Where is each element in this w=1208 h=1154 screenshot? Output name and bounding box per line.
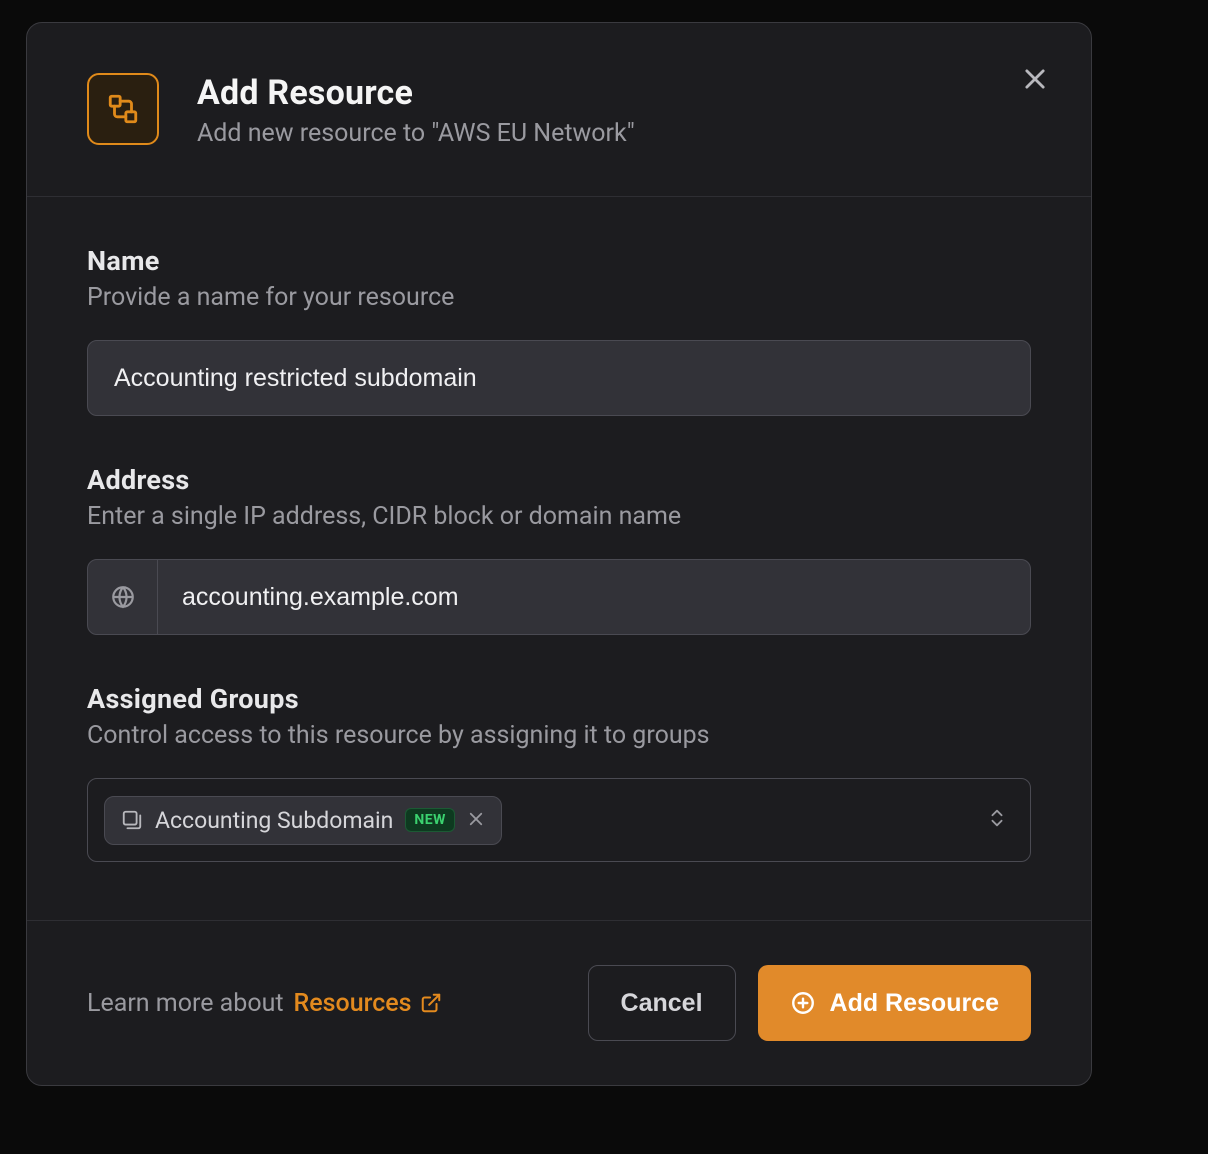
header-text: Add Resource Add new resource to "AWS EU…	[197, 73, 635, 148]
groups-dropdown-toggle[interactable]	[986, 807, 1008, 833]
plus-circle-icon	[790, 990, 816, 1016]
dialog-body: Name Provide a name for your resource Ad…	[27, 197, 1091, 920]
close-icon	[1021, 65, 1049, 93]
x-icon	[467, 810, 485, 828]
chevrons-up-down-icon	[986, 807, 1008, 829]
resources-link[interactable]: Resources	[294, 989, 442, 1018]
name-field: Name Provide a name for your resource	[87, 245, 1031, 416]
add-resource-dialog: Add Resource Add new resource to "AWS EU…	[26, 22, 1092, 1086]
remove-chip-button[interactable]	[467, 807, 485, 834]
resources-link-label: Resources	[294, 989, 412, 1018]
add-resource-button[interactable]: Add Resource	[758, 965, 1031, 1041]
network-icon	[106, 92, 140, 126]
dialog-footer: Learn more about Resources Cancel Add Re…	[27, 920, 1091, 1085]
group-chip: Accounting Subdomain NEW	[104, 796, 502, 845]
learn-more-text: Learn more about	[87, 989, 284, 1018]
address-input-wrap	[87, 559, 1031, 635]
close-button[interactable]	[1021, 65, 1049, 93]
group-chip-label: Accounting Subdomain	[155, 807, 393, 834]
name-input[interactable]	[87, 340, 1031, 416]
groups-field: Assigned Groups Control access to this r…	[87, 683, 1031, 862]
groups-desc: Control access to this resource by assig…	[87, 721, 1031, 750]
group-icon	[121, 809, 143, 831]
address-prefix	[88, 560, 158, 634]
name-desc: Provide a name for your resource	[87, 283, 1031, 312]
cancel-button-label: Cancel	[621, 989, 703, 1018]
groups-select[interactable]: Accounting Subdomain NEW	[87, 778, 1031, 862]
groups-label: Assigned Groups	[87, 683, 1031, 715]
external-link-icon	[420, 992, 442, 1014]
dialog-subtitle: Add new resource to "AWS EU Network"	[197, 119, 635, 148]
new-badge: NEW	[405, 808, 455, 832]
name-label: Name	[87, 245, 1031, 277]
dialog-title: Add Resource	[197, 73, 635, 113]
add-resource-button-label: Add Resource	[830, 989, 999, 1018]
dialog-header: Add Resource Add new resource to "AWS EU…	[27, 23, 1091, 197]
address-desc: Enter a single IP address, CIDR block or…	[87, 502, 1031, 531]
resource-icon	[87, 73, 159, 145]
address-input[interactable]	[158, 560, 1030, 634]
address-label: Address	[87, 464, 1031, 496]
globe-icon	[110, 584, 136, 610]
address-field: Address Enter a single IP address, CIDR …	[87, 464, 1031, 635]
cancel-button[interactable]: Cancel	[588, 965, 736, 1041]
